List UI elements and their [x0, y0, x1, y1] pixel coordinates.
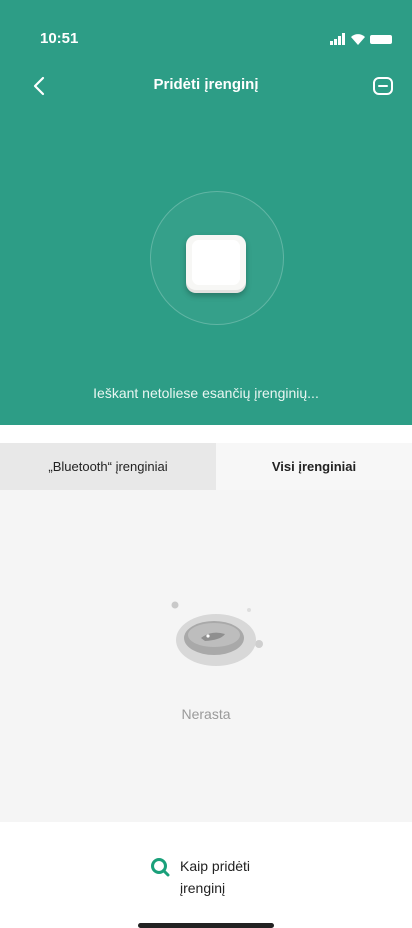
home-indicator	[138, 923, 274, 928]
scan-icon[interactable]	[372, 76, 394, 96]
how-to-add-device-link[interactable]: Kaip pridėti įrenginį	[150, 855, 280, 899]
search-help-icon	[151, 858, 170, 877]
empty-state-text: Nerasta	[181, 706, 231, 722]
tab-all-devices[interactable]: Visi įrenginiai	[216, 443, 412, 490]
wifi-icon	[351, 34, 365, 45]
tab-bluetooth-devices[interactable]: „Bluetooth“ įrenginiai	[0, 443, 216, 490]
empty-state-illustration	[171, 601, 263, 666]
device-type-tabs: „Bluetooth“ įrenginiai Visi įrenginiai	[0, 443, 412, 490]
battery-icon	[370, 35, 392, 44]
page-title: Pridėti įrenginį	[153, 76, 259, 93]
searching-status: Ieškant netoliese esančių įrenginių...	[93, 385, 319, 401]
navigation-bar: Pridėti įrenginį	[0, 65, 412, 107]
status-icons	[330, 33, 392, 45]
header-panel: 10:51 Pridėti įrenginį Ieškant netoliese…	[0, 0, 412, 425]
device-icon	[186, 235, 246, 293]
help-link-label: Kaip pridėti įrenginį	[180, 858, 251, 896]
status-bar: 10:51	[0, 0, 412, 70]
status-time: 10:51	[40, 30, 79, 47]
